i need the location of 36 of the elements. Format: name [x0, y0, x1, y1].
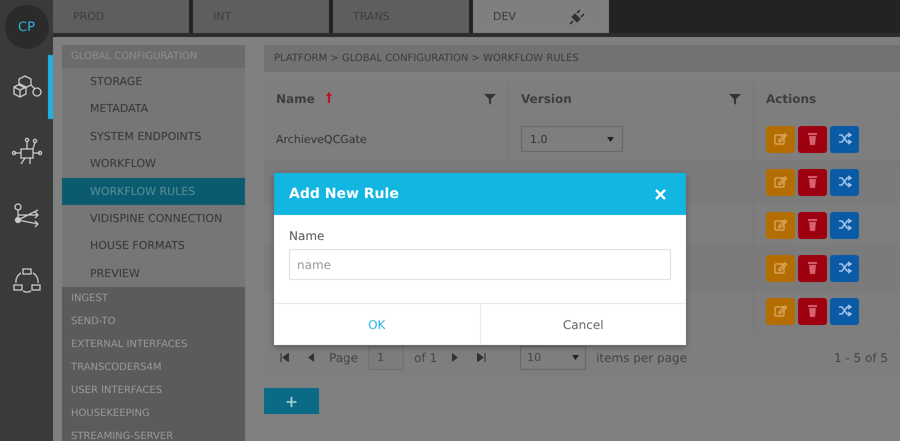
breadcrumb: PLATFORM > GLOBAL CONFIGURATION > WORKFLOW RULES — [264, 45, 900, 72]
sidebar-item[interactable]: WORKFLOW RULES — [62, 178, 245, 205]
sidebar-section[interactable]: SEND-TO — [62, 310, 245, 334]
sidebar-item[interactable]: STORAGE — [62, 68, 245, 96]
sidebar-section[interactable]: HOUSEKEEPING — [62, 402, 245, 426]
dialog-title: Add New Rule — [289, 186, 399, 202]
page-input[interactable]: 1 — [368, 346, 404, 370]
page-size-label: items per page — [596, 350, 687, 364]
sidebar-section[interactable]: EXTERNAL INTERFACES — [62, 333, 245, 356]
version-dropdown[interactable]: 1.0 — [521, 126, 623, 152]
field-label: Name — [289, 229, 326, 243]
page-size-dropdown[interactable]: 10 — [520, 346, 586, 370]
sidebar-item[interactable]: SYSTEM ENDPOINTS — [62, 122, 245, 150]
sidebar-item[interactable]: VIDISPINE CONNECTION — [62, 204, 245, 232]
sidebar-section[interactable]: STREAMING-SERVER — [62, 425, 245, 441]
sidebar-item[interactable]: HOUSE FORMATS — [62, 232, 245, 260]
sidebar-item[interactable]: WORKFLOW — [62, 150, 245, 178]
environment-tab[interactable]: DEV — [473, 0, 609, 33]
sidebar-item[interactable]: PREVIEW — [62, 260, 245, 288]
table-cell: ArchieveQCGate — [276, 132, 367, 146]
sidebar-section[interactable]: TRANSCODERS4M — [62, 356, 245, 380]
add-button[interactable]: + — [264, 388, 319, 414]
name-field[interactable]: name — [289, 249, 671, 280]
logo[interactable]: CP — [4, 5, 48, 49]
sidebar-section[interactable]: INGEST — [62, 287, 245, 310]
tab-label: DEV — [493, 10, 516, 23]
sidebar-item[interactable]: METADATA — [62, 95, 245, 123]
column-header[interactable]: Version — [521, 92, 572, 106]
page-count: of 1 — [414, 350, 438, 364]
page-label: Page — [329, 350, 358, 364]
ok-button[interactable]: OK — [274, 304, 480, 345]
column-header[interactable]: Name — [276, 92, 315, 106]
cancel-button[interactable]: Cancel — [480, 304, 686, 345]
column-header[interactable]: Actions — [766, 92, 816, 106]
page-summary: 1 - 5 of 5 — [834, 350, 888, 364]
sidebar-section[interactable]: USER INTERFACES — [62, 379, 245, 402]
